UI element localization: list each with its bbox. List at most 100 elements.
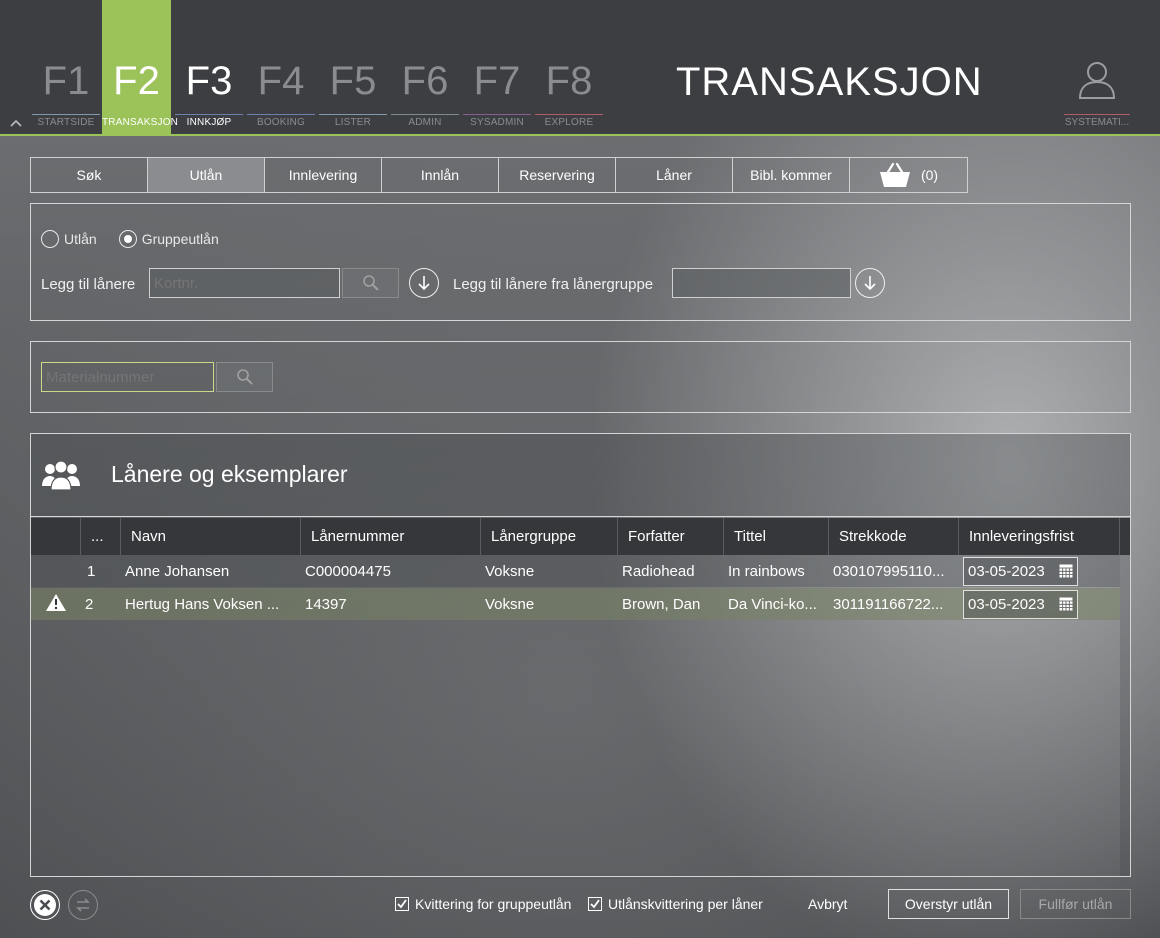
- radio-utlan[interactable]: [41, 230, 59, 248]
- borrowers-items-panel: Lånere og eksemplarer ... Navn Lånernumm…: [30, 433, 1131, 877]
- due-date-picker[interactable]: 03-05-2023: [963, 556, 1078, 586]
- tab-sok[interactable]: Søk: [31, 158, 148, 192]
- clear-button[interactable]: [30, 890, 60, 920]
- fkey-underline: [247, 114, 315, 115]
- fkey-f4-booking[interactable]: F4 BOOKING: [245, 0, 317, 134]
- table-header: ... Navn Lånernummer Lånergruppe Forfatt…: [31, 518, 1130, 555]
- basket-count: (0): [920, 167, 939, 183]
- override-loan-button[interactable]: Overstyr utlån: [888, 889, 1009, 919]
- tab-bibl-kommer[interactable]: Bibl. kommer: [733, 158, 850, 192]
- collapse-chevron-up-icon[interactable]: [10, 116, 22, 130]
- tab-innlan[interactable]: Innlån: [382, 158, 499, 192]
- column-header-innleveringsfrist[interactable]: Innleveringsfrist: [959, 518, 1120, 555]
- search-icon: [236, 369, 253, 385]
- cell-barcode: 301191166722...: [833, 595, 944, 613]
- card-search-button[interactable]: [342, 268, 399, 298]
- cell-title: In rainbows: [728, 562, 805, 580]
- cell-name: Hertug Hans Voksen ...: [125, 595, 280, 613]
- due-date-picker[interactable]: 03-05-2023: [963, 589, 1078, 619]
- table-scrollbar-track[interactable]: [1120, 518, 1130, 876]
- fkey-label: SYSADMIN: [470, 117, 524, 128]
- due-date-value: 03-05-2023: [968, 595, 1045, 613]
- column-header-more[interactable]: ...: [81, 518, 121, 555]
- borrower-group-input[interactable]: [672, 268, 851, 298]
- checkmark-icon: [397, 899, 407, 909]
- tab-innlevering[interactable]: Innlevering: [265, 158, 382, 192]
- material-number-input[interactable]: [41, 362, 214, 392]
- cell-borrower-group: Voksne: [485, 595, 535, 613]
- column-header-forfatter[interactable]: Forfatter: [618, 518, 724, 555]
- cell-author: Radiohead: [622, 562, 695, 580]
- cell-borrower-number: 14397: [305, 595, 347, 613]
- material-search-button[interactable]: [216, 362, 273, 392]
- user-menu[interactable]: SYSTEMATI...: [1062, 58, 1132, 134]
- column-header-strekkode[interactable]: Strekkode: [829, 518, 959, 555]
- fkey-label: INNKJØP: [186, 117, 232, 128]
- column-header-tittel[interactable]: Tittel: [724, 518, 829, 555]
- fkey-underline: [391, 114, 459, 115]
- cancel-button[interactable]: Avbryt: [808, 896, 847, 912]
- cell-name: Anne Johansen: [125, 562, 230, 580]
- row-number: 2: [85, 595, 94, 613]
- borrower-group-label: Legg til lånere fra lånergruppe: [453, 276, 654, 293]
- row-number: 1: [87, 562, 96, 580]
- checkbox-box: [395, 897, 409, 911]
- swap-button[interactable]: [68, 890, 98, 920]
- top-navigation-bar: F1 STARTSIDE F2 TRANSAKSJON F3 INNKJØP F…: [0, 0, 1160, 136]
- cell-borrower-number: C000004475: [305, 562, 391, 580]
- card-number-input[interactable]: [149, 268, 340, 298]
- warning-icon: [46, 593, 66, 611]
- fkey-f1-startside[interactable]: F1 STARTSIDE: [30, 0, 102, 134]
- tab-utlan[interactable]: Utlån: [148, 158, 265, 192]
- due-date-value: 03-05-2023: [968, 562, 1045, 580]
- user-underline: [1064, 114, 1130, 115]
- cell-author: Brown, Dan: [622, 595, 701, 613]
- borrower-panel: Utlån Gruppeutlån Legg til lånere Legg t…: [30, 203, 1131, 321]
- fkey-f3-innkjop[interactable]: F3 INNKJØP: [173, 0, 245, 134]
- cell-barcode: 030107995110...: [833, 562, 945, 580]
- basket-icon: [879, 162, 910, 187]
- group-users-icon: [42, 460, 80, 491]
- grid-header: Lånere og eksemplarer: [31, 434, 1130, 517]
- fkey-f2-transaksjon[interactable]: F2 TRANSAKSJON: [102, 0, 179, 134]
- fkey-underline: [175, 114, 243, 115]
- page-title: TRANSAKSJON: [676, 60, 983, 104]
- arrow-down-icon: [418, 276, 430, 291]
- tab-basket[interactable]: (0): [850, 158, 967, 192]
- tab-reservering[interactable]: Reservering: [499, 158, 616, 192]
- tab-laner[interactable]: Låner: [616, 158, 733, 192]
- fkey-number: F8: [545, 59, 593, 103]
- column-header-warning: [31, 518, 81, 555]
- loan-type-group: Utlån Gruppeutlån: [41, 230, 219, 248]
- cell-title: Da Vinci-ko...: [728, 595, 817, 613]
- footer-bar: Kvittering for gruppeutlån Utlånskvitter…: [0, 880, 1160, 938]
- radio-gruppeutlan[interactable]: [118, 230, 137, 248]
- fkey-number: F7: [473, 59, 521, 103]
- calendar-icon[interactable]: [1059, 564, 1073, 578]
- receipt-group-checkbox[interactable]: Kvittering for gruppeutlån: [395, 896, 571, 912]
- cell-borrower-group: Voksne: [485, 562, 535, 580]
- fkey-underline: [32, 114, 100, 115]
- add-borrower-button[interactable]: [409, 268, 439, 298]
- fkey-f7-sysadmin[interactable]: F7 SYSADMIN: [461, 0, 533, 134]
- fkey-label: TRANSAKSJON: [102, 117, 179, 128]
- table-row[interactable]: 1 Anne Johansen C000004475 Voksne Radioh…: [31, 555, 1120, 587]
- fkey-f6-admin[interactable]: F6 ADMIN: [389, 0, 461, 134]
- fkey-underline: [104, 114, 169, 115]
- receipt-per-borrower-checkbox[interactable]: Utlånskvittering per låner: [588, 896, 763, 912]
- fkey-number: F2: [113, 59, 160, 103]
- row-warning-cell: [31, 593, 81, 616]
- fkey-underline: [535, 114, 603, 115]
- fkey-number: F3: [185, 59, 233, 103]
- complete-loan-button[interactable]: Fullfør utlån: [1020, 889, 1131, 919]
- fkey-f8-explore[interactable]: F8 EXPLORE: [533, 0, 605, 134]
- column-header-lanernummer[interactable]: Lånernummer: [301, 518, 481, 555]
- column-header-lanergruppe[interactable]: Lånergruppe: [481, 518, 618, 555]
- column-header-navn[interactable]: Navn: [121, 518, 301, 555]
- table-row[interactable]: 2 Hertug Hans Voksen ... 14397 Voksne Br…: [31, 588, 1120, 620]
- fkey-f5-lister[interactable]: F5 LISTER: [317, 0, 389, 134]
- fkey-label: LISTER: [334, 117, 372, 128]
- add-borrower-group-button[interactable]: [855, 268, 885, 298]
- calendar-icon[interactable]: [1059, 597, 1073, 611]
- transaction-tabs: Søk Utlån Innlevering Innlån Reservering…: [30, 157, 968, 193]
